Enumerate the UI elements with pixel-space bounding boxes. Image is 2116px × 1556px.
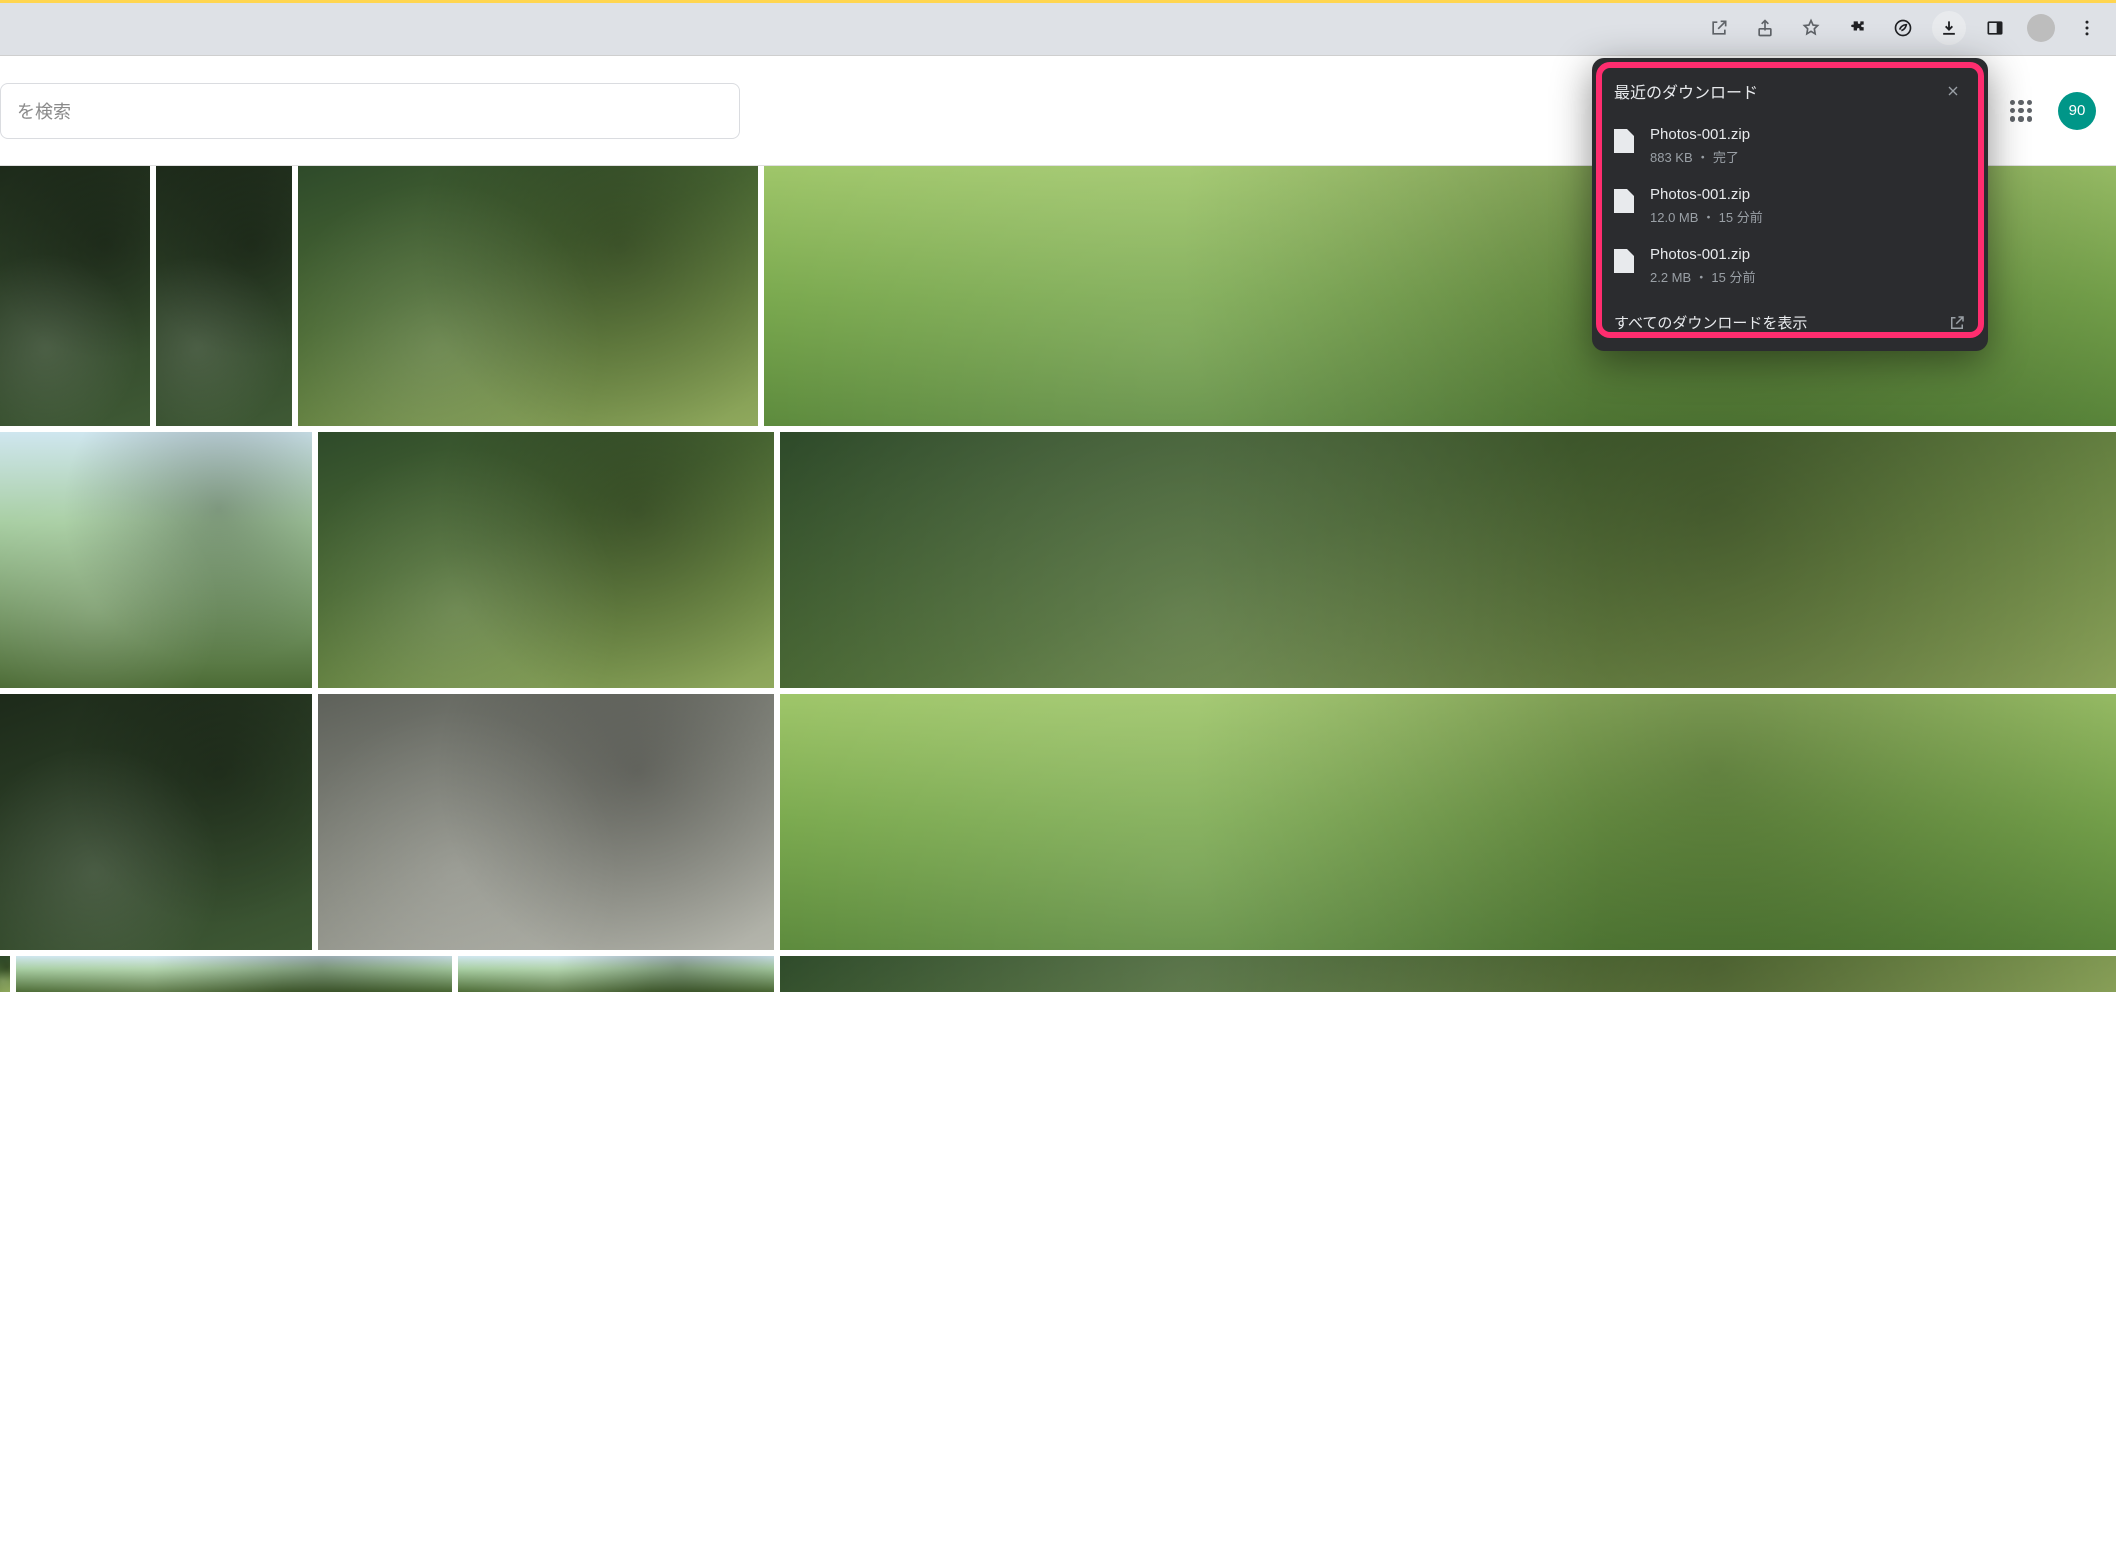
close-icon[interactable] [1940, 78, 1966, 104]
downloads-footer-label: すべてのダウンロードを表示 [1614, 312, 1807, 333]
photo-thumb[interactable] [0, 956, 10, 992]
download-item[interactable]: Photos-001.zip 12.0 MB ・ 15 分前 [1592, 176, 1988, 236]
download-meta: 883 KB ・ 完了 [1650, 147, 1750, 166]
profile-icon[interactable] [2024, 11, 2058, 45]
file-icon [1614, 249, 1634, 273]
photo-thumb[interactable] [780, 432, 2116, 688]
photo-thumb[interactable] [780, 956, 2116, 992]
download-name: Photos-001.zip [1650, 186, 1763, 203]
download-name: Photos-001.zip [1650, 126, 1750, 143]
download-meta: 12.0 MB ・ 15 分前 [1650, 207, 1763, 226]
downloads-popup: 最近のダウンロード Photos-001.zip 883 KB ・ 完了 Pho… [1592, 58, 1988, 351]
photo-thumb[interactable] [298, 166, 758, 426]
download-item[interactable]: Photos-001.zip 2.2 MB ・ 15 分前 [1592, 236, 1988, 296]
leaf-icon[interactable] [1886, 11, 1920, 45]
photo-thumb[interactable] [16, 956, 452, 992]
header-right: 90 [2004, 92, 2096, 130]
puzzle-icon[interactable] [1840, 11, 1874, 45]
file-icon [1614, 189, 1634, 213]
star-icon[interactable] [1794, 11, 1828, 45]
search-input[interactable]: を検索 [0, 83, 740, 139]
downloads-title: 最近のダウンロード [1614, 79, 1758, 103]
download-item[interactable]: Photos-001.zip 883 KB ・ 完了 [1592, 116, 1988, 176]
photo-thumb[interactable] [0, 432, 312, 688]
photo-grid [0, 166, 2116, 1556]
toolbar-accent [0, 0, 2116, 3]
photo-thumb[interactable] [318, 694, 774, 950]
account-badge[interactable]: 90 [2058, 92, 2096, 130]
share-icon[interactable] [1748, 11, 1782, 45]
photo-thumb[interactable] [0, 166, 150, 426]
side-panel-icon[interactable] [1978, 11, 2012, 45]
browser-toolbar [0, 0, 2116, 56]
open-in-new-icon [1948, 314, 1966, 332]
photo-thumb[interactable] [780, 694, 2116, 950]
download-name: Photos-001.zip [1650, 246, 1755, 263]
downloads-footer[interactable]: すべてのダウンロードを表示 [1592, 296, 1988, 351]
photo-thumb[interactable] [318, 432, 774, 688]
download-meta: 2.2 MB ・ 15 分前 [1650, 267, 1755, 286]
download-icon[interactable] [1932, 11, 1966, 45]
photo-thumb[interactable] [0, 694, 312, 950]
photo-thumb[interactable] [458, 956, 774, 992]
open-in-new-icon[interactable] [1702, 11, 1736, 45]
photo-thumb[interactable] [156, 166, 292, 426]
apps-icon[interactable] [2004, 94, 2038, 128]
toolbar-icons [1702, 11, 2104, 45]
downloads-header: 最近のダウンロード [1592, 58, 1988, 116]
file-icon [1614, 129, 1634, 153]
search-placeholder: を検索 [17, 98, 71, 124]
kebab-menu-icon[interactable] [2070, 11, 2104, 45]
account-label: 90 [2069, 102, 2086, 119]
search-wrap: を検索 [0, 83, 740, 139]
